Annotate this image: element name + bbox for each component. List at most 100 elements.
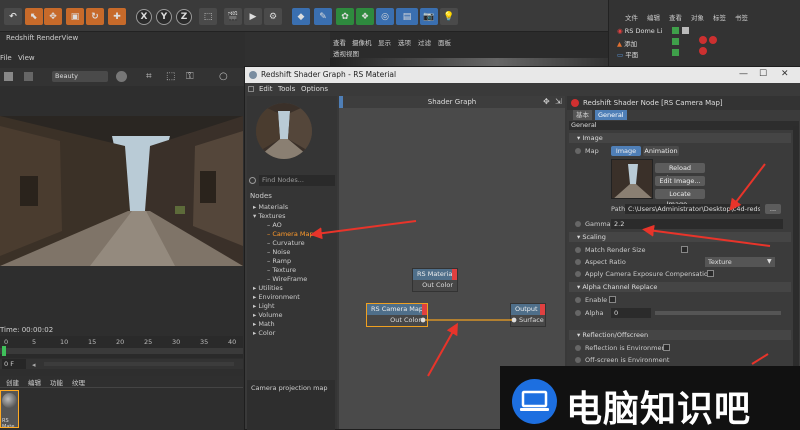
rotate-tool-icon[interactable]: ↻ xyxy=(86,8,104,25)
apply-exposure-checkbox[interactable] xyxy=(707,270,714,277)
tree-item-color[interactable]: ▸ Color xyxy=(253,329,275,337)
close-button[interactable]: ✕ xyxy=(781,69,789,79)
scale-tool-icon[interactable]: ▣ xyxy=(66,8,84,25)
lock-icon[interactable]: ⚿ xyxy=(186,71,194,82)
coordinate-system-icon[interactable]: ⬚ xyxy=(199,8,217,25)
region-icon[interactable]: ⬚ xyxy=(166,71,175,82)
rv-menu-file[interactable]: File xyxy=(0,54,12,62)
edit-image-button[interactable]: Edit Image... xyxy=(655,176,705,186)
tag-icon[interactable] xyxy=(672,49,679,56)
window-titlebar[interactable]: Redshift Shader Graph - RS Material — ☐ … xyxy=(245,67,800,83)
editor-menu-camera[interactable]: 摄像机 xyxy=(352,37,372,47)
om-menu-edit[interactable]: 编辑 xyxy=(647,12,660,22)
menu-options[interactable]: Options xyxy=(301,85,328,93)
editor-menu-panel[interactable]: 面板 xyxy=(438,37,451,47)
light-icon[interactable]: 💡 xyxy=(440,8,458,25)
tag-icon[interactable] xyxy=(672,27,679,34)
stop-icon[interactable] xyxy=(4,72,13,81)
floor-icon[interactable]: ▤ xyxy=(396,8,418,25)
render-view-icon[interactable]: ▶ xyxy=(244,8,262,25)
keyframe-dot[interactable] xyxy=(575,310,581,316)
material-tag-icon[interactable] xyxy=(709,36,717,44)
select-tool-icon[interactable]: ⬉ xyxy=(25,8,43,25)
path-browse-button[interactable]: ... xyxy=(765,204,781,214)
tree-item-noise[interactable]: – Noise xyxy=(267,248,290,256)
alpha-field[interactable]: 0 xyxy=(611,308,651,318)
match-render-size-checkbox[interactable] xyxy=(681,246,688,253)
add-tool-icon[interactable]: ✚ xyxy=(108,8,126,25)
subdivision-icon[interactable]: ✿ xyxy=(336,8,354,25)
maximize-button[interactable]: ☐ xyxy=(759,69,767,79)
tree-item-ramp[interactable]: – Ramp xyxy=(267,257,291,265)
tag-icon[interactable] xyxy=(672,38,679,45)
frame-field[interactable]: 0 F xyxy=(2,359,26,369)
om-menu-view[interactable]: 查看 xyxy=(669,12,682,22)
menu-edit[interactable]: Edit xyxy=(259,85,273,93)
mm-menu-texture[interactable]: 纹理 xyxy=(72,377,85,387)
section-image[interactable]: ▾ Image xyxy=(569,133,791,143)
keyframe-dot[interactable] xyxy=(575,357,581,363)
mm-menu-edit[interactable]: 编辑 xyxy=(28,377,41,387)
editor-menu-options[interactable]: 选项 xyxy=(398,37,411,47)
render-region-icon[interactable]: 🎬 xyxy=(224,8,242,25)
reflection-env-checkbox[interactable] xyxy=(663,344,670,351)
material-tag-icon[interactable] xyxy=(699,36,707,44)
tree-item-wireframe[interactable]: – WireFrame xyxy=(267,275,307,283)
tree-item-math[interactable]: ▸ Math xyxy=(253,320,275,328)
section-alpha-replace[interactable]: ▾ Alpha Channel Replace xyxy=(569,282,791,292)
arrow-icon[interactable]: ◂ xyxy=(32,361,36,369)
keyframe-dot[interactable] xyxy=(575,247,581,253)
object-row[interactable]: ▭ 平面 xyxy=(617,49,638,59)
tag-icon[interactable] xyxy=(682,27,689,34)
pen-icon[interactable]: ✎ xyxy=(314,8,332,25)
timeline-track[interactable] xyxy=(0,348,243,354)
find-nodes-input[interactable]: Find Nodes... xyxy=(259,175,335,186)
tree-item-utilities[interactable]: ▸ Utilities xyxy=(253,284,283,292)
material-tag-icon[interactable] xyxy=(699,47,707,55)
editor-menu-view[interactable]: 查看 xyxy=(333,37,346,47)
axis-y-button[interactable]: Y xyxy=(156,9,172,25)
alpha-slider[interactable] xyxy=(655,311,781,315)
tree-item-light[interactable]: ▸ Light xyxy=(253,302,275,310)
reload-image-button[interactable]: Reload Image... xyxy=(655,163,705,182)
cube-icon[interactable]: ◆ xyxy=(292,8,310,25)
tree-item-texture[interactable]: – Texture xyxy=(267,266,296,274)
axis-z-button[interactable]: Z xyxy=(176,9,192,25)
keyframe-dot[interactable] xyxy=(575,148,581,154)
tree-item-curvature[interactable]: – Curvature xyxy=(267,239,305,247)
aov-select[interactable]: Beauty xyxy=(52,71,108,82)
om-menu-file[interactable]: 文件 xyxy=(625,12,638,22)
section-reflection[interactable]: ▾ Reflection/Offscreen xyxy=(569,330,791,340)
eye-icon[interactable] xyxy=(116,71,127,82)
minimize-button[interactable]: — xyxy=(739,69,748,79)
undo-icon[interactable]: ↶ xyxy=(4,8,22,25)
viewport-tab[interactable]: 透视视图 xyxy=(333,48,359,58)
timeline[interactable]: 0 5 10 15 20 25 30 35 40 xyxy=(0,336,243,358)
mm-menu-function[interactable]: 功能 xyxy=(50,377,63,387)
gamma-field[interactable]: 2.2 xyxy=(611,219,783,229)
keyframe-dot[interactable] xyxy=(575,221,581,227)
keyframe-dot[interactable] xyxy=(575,297,581,303)
path-field[interactable]: C:\Users\Administrator\Desktop\c4d-redsh xyxy=(625,204,760,214)
menu-tools[interactable]: Tools xyxy=(278,85,295,93)
range-slider[interactable] xyxy=(44,362,234,366)
map-tab-image[interactable]: Image xyxy=(611,146,641,156)
tree-item-environment[interactable]: ▸ Environment xyxy=(253,293,300,301)
locate-image-button[interactable]: Locate Image... xyxy=(655,189,705,208)
deformer-icon[interactable]: ◎ xyxy=(376,8,394,25)
keyframe-dot[interactable] xyxy=(575,271,581,277)
tree-item-materials[interactable]: ▸ Materials xyxy=(253,203,288,211)
mm-menu-create[interactable]: 创建 xyxy=(6,377,19,387)
aspect-ratio-select[interactable]: Texture xyxy=(705,257,775,267)
crop-icon[interactable]: ⌗ xyxy=(146,71,152,82)
editor-menu-filter[interactable]: 过滤 xyxy=(418,37,431,47)
section-scaling[interactable]: ▾ Scaling xyxy=(569,232,791,242)
om-menu-object[interactable]: 对象 xyxy=(691,12,704,22)
camera-icon[interactable]: 📷 xyxy=(420,8,438,25)
tree-item-camera-map[interactable]: – Camera Map xyxy=(267,230,314,238)
object-row[interactable]: ◉ RS Dome Li xyxy=(617,27,662,35)
tab-basic[interactable]: 基本 xyxy=(573,110,592,120)
map-tab-animation[interactable]: Animation xyxy=(643,146,679,156)
circle-icon[interactable]: ○ xyxy=(219,71,228,82)
om-menu-bookmarks[interactable]: 书签 xyxy=(735,12,748,22)
